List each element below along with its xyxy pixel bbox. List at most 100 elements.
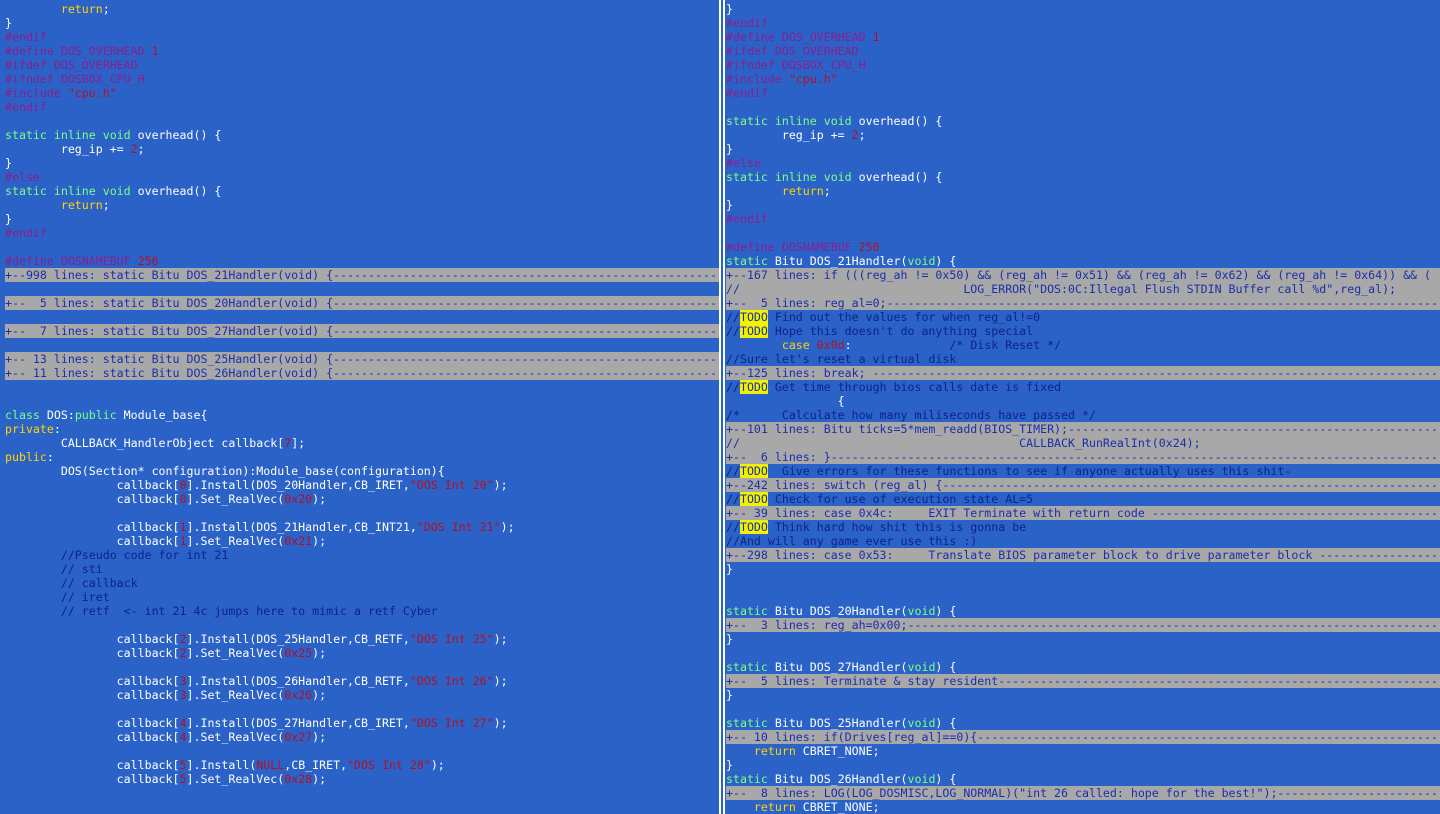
code-line[interactable]: } [726, 562, 1440, 576]
code-line[interactable] [726, 646, 1440, 660]
code-line[interactable]: callback[3].Set_RealVec(0x26); [5, 688, 719, 702]
code-line[interactable]: //Sure let's reset a virtual disk [726, 352, 1440, 366]
code-line[interactable]: #ifdef DOS_OVERHEAD [5, 58, 719, 72]
code-line[interactable]: #ifdef DOS_OVERHEAD [726, 44, 1440, 58]
code-line[interactable]: } [5, 16, 719, 30]
folded-code-line[interactable]: +-- 3 lines: reg_ah=0x00;---------------… [726, 618, 1440, 632]
code-line[interactable]: callback[2].Install(DOS_25Handler,CB_RET… [5, 632, 719, 646]
code-line[interactable]: #define DOS_OVERHEAD 1 [726, 30, 1440, 44]
code-line[interactable]: //TODO Give errors for these functions t… [726, 464, 1440, 478]
code-line[interactable]: #include "cpu.h" [726, 72, 1440, 86]
folded-code-line[interactable]: +--242 lines: switch (reg_al) {---------… [726, 478, 1440, 492]
code-line[interactable]: return; [726, 184, 1440, 198]
code-line[interactable] [5, 380, 719, 394]
code-line[interactable]: static Bitu DOS_27Handler(void) { [726, 660, 1440, 674]
code-line[interactable] [726, 576, 1440, 590]
code-line[interactable]: case 0x0d: /* Disk Reset */ [726, 338, 1440, 352]
code-line[interactable] [5, 114, 719, 128]
code-line[interactable] [5, 240, 719, 254]
code-line[interactable] [5, 394, 719, 408]
code-line[interactable]: callback[5].Install(NULL,CB_IRET,"DOS In… [5, 758, 719, 772]
code-line[interactable]: #endif [726, 212, 1440, 226]
code-area-left[interactable]: return;} #endif #define DOS_OVERHEAD 1 #ifd… [5, 2, 719, 786]
editor-pane-left[interactable]: return;} #endif #define DOS_OVERHEAD 1 #ifd… [0, 0, 719, 814]
code-line[interactable]: static inline void overhead() { [726, 170, 1440, 184]
code-line[interactable] [5, 660, 719, 674]
code-line[interactable]: } [726, 142, 1440, 156]
code-line[interactable] [5, 310, 719, 324]
code-line[interactable]: callback[1].Set_RealVec(0x21); [5, 534, 719, 548]
folded-code-line[interactable]: +-- 7 lines: static Bitu DOS_27Handler(v… [5, 324, 719, 338]
folded-code-line[interactable]: // CALLBACK_RunRealInt(0x24); [726, 436, 1440, 450]
code-line[interactable]: #ifndef DOSBOX_CPU_H [726, 58, 1440, 72]
code-line[interactable]: // callback [5, 576, 719, 590]
folded-code-line[interactable]: +--101 lines: Bitu ticks=5*mem_readd(BIO… [726, 422, 1440, 436]
code-line[interactable]: callback[1].Install(DOS_21Handler,CB_INT… [5, 520, 719, 534]
folded-code-line[interactable]: +-- 11 lines: static Bitu DOS_26Handler(… [5, 366, 719, 380]
folded-code-line[interactable]: +-- 5 lines: reg_al=0;------------------… [726, 296, 1440, 310]
code-line[interactable] [5, 338, 719, 352]
code-line[interactable]: static inline void overhead() { [5, 128, 719, 142]
code-line[interactable]: static inline void overhead() { [726, 114, 1440, 128]
code-line[interactable]: callback[0].Set_RealVec(0x20); [5, 492, 719, 506]
editor-pane-right[interactable]: } #endif #define DOS_OVERHEAD 1 #ifdef DOS_… [725, 0, 1440, 814]
code-line[interactable]: //And will any game ever use this :) [726, 534, 1440, 548]
code-line[interactable] [5, 744, 719, 758]
folded-code-line[interactable]: +--298 lines: case 0x53: Translate BIOS … [726, 548, 1440, 562]
code-line[interactable]: //TODO Hope this doesn't do anything spe… [726, 324, 1440, 338]
code-line[interactable] [5, 702, 719, 716]
code-line[interactable]: #ifndef DOSBOX_CPU_H [5, 72, 719, 86]
code-line[interactable]: static Bitu DOS_26Handler(void) { [726, 772, 1440, 786]
code-line[interactable]: } [726, 632, 1440, 646]
code-line[interactable]: } [5, 156, 719, 170]
code-line[interactable]: } [726, 688, 1440, 702]
code-line[interactable]: } [726, 2, 1440, 16]
code-line[interactable]: callback[5].Set_RealVec(0x28); [5, 772, 719, 786]
code-line[interactable]: // iret [5, 590, 719, 604]
code-line[interactable]: #include "cpu.h" [5, 86, 719, 100]
code-line[interactable] [726, 702, 1440, 716]
code-line[interactable] [5, 618, 719, 632]
code-line[interactable]: #endif [5, 100, 719, 114]
code-line[interactable]: callback[2].Set_RealVec(0x25); [5, 646, 719, 660]
code-line[interactable]: public: [5, 450, 719, 464]
folded-code-line[interactable]: +-- 5 lines: static Bitu DOS_20Handler(v… [5, 296, 719, 310]
folded-code-line[interactable]: +-- 8 lines: LOG(LOG_DOSMISC,LOG_NORMAL)… [726, 786, 1440, 800]
code-line[interactable]: //TODO Find out the values for when reg_… [726, 310, 1440, 324]
code-line[interactable]: static inline void overhead() { [5, 184, 719, 198]
code-line[interactable] [726, 100, 1440, 114]
folded-code-line[interactable]: // LOG_ERROR("DOS:0C:Illegal Flush STDIN… [726, 282, 1440, 296]
code-line[interactable]: static Bitu DOS_20Handler(void) { [726, 604, 1440, 618]
code-line[interactable]: #endif [726, 86, 1440, 100]
code-line[interactable]: callback[4].Install(DOS_27Handler,CB_IRE… [5, 716, 719, 730]
code-line[interactable]: /* Calculate how many miliseconds have p… [726, 408, 1440, 422]
folded-code-line[interactable]: +-- 6 lines: }--------------------------… [726, 450, 1440, 464]
code-line[interactable]: #endif [5, 30, 719, 44]
code-line[interactable]: #endif [5, 226, 719, 240]
code-line[interactable]: callback[0].Install(DOS_20Handler,CB_IRE… [5, 478, 719, 492]
code-line[interactable]: //TODO Think hard how shit this is gonna… [726, 520, 1440, 534]
folded-code-line[interactable]: +-- 13 lines: static Bitu DOS_25Handler(… [5, 352, 719, 366]
code-line[interactable]: { [726, 394, 1440, 408]
code-line[interactable]: DOS(Section* configuration):Module_base(… [5, 464, 719, 478]
code-line[interactable]: #define DOSNAMEBUF 256 [5, 254, 719, 268]
code-line[interactable]: static Bitu DOS_25Handler(void) { [726, 716, 1440, 730]
code-line[interactable]: //TODO Get time through bios calls date … [726, 380, 1440, 394]
code-line[interactable] [5, 506, 719, 520]
code-area-right[interactable]: } #endif #define DOS_OVERHEAD 1 #ifdef DOS_… [726, 2, 1440, 814]
code-line[interactable]: } [5, 212, 719, 226]
folded-code-line[interactable]: +--998 lines: static Bitu DOS_21Handler(… [5, 268, 719, 282]
code-line[interactable]: #else [726, 156, 1440, 170]
code-line[interactable]: return CBRET_NONE; [726, 744, 1440, 758]
code-line[interactable]: return; [5, 2, 719, 16]
code-line[interactable]: #endif [726, 16, 1440, 30]
folded-code-line[interactable]: +-- 5 lines: Terminate & stay resident--… [726, 674, 1440, 688]
code-line[interactable]: // sti [5, 562, 719, 576]
code-line[interactable] [726, 226, 1440, 240]
code-line[interactable]: #else [5, 170, 719, 184]
code-line[interactable]: #define DOSNAMEBUF 256 [726, 240, 1440, 254]
code-line[interactable]: callback[4].Set_RealVec(0x27); [5, 730, 719, 744]
code-line[interactable]: //TODO Check for use of execution state … [726, 492, 1440, 506]
code-line[interactable]: CALLBACK_HandlerObject callback[7]; [5, 436, 719, 450]
code-line[interactable]: reg_ip += 2; [5, 142, 719, 156]
